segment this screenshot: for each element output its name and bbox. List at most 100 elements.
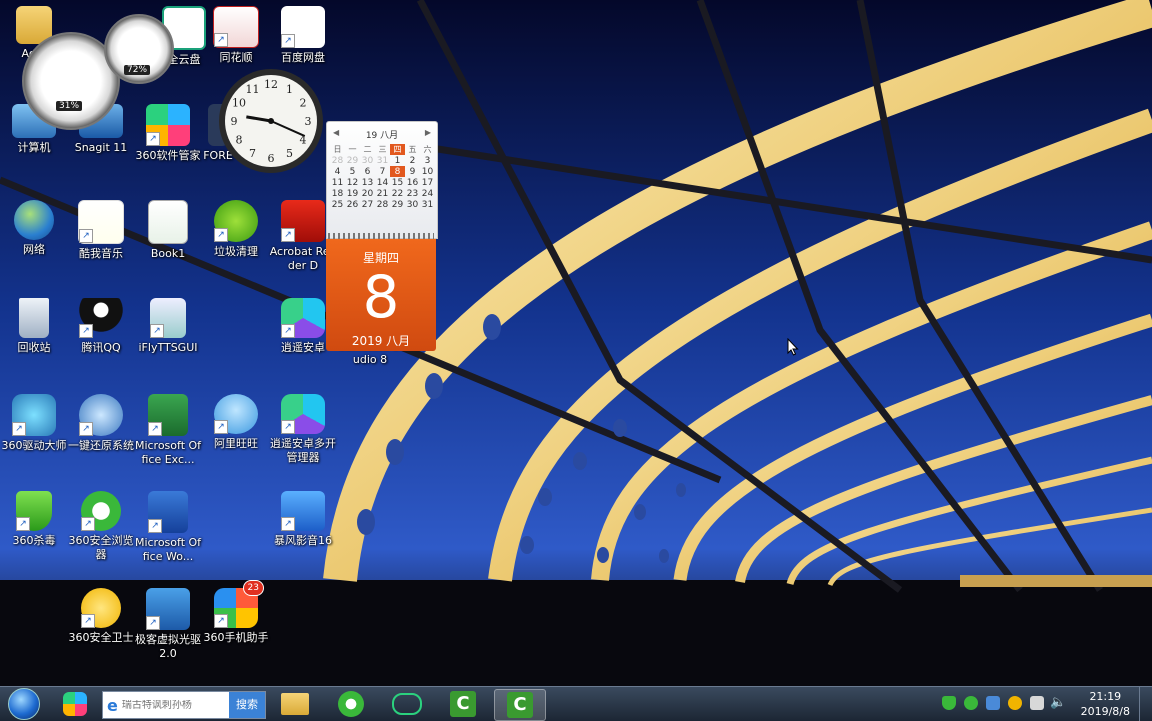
desktop-icon-geek-vdrive[interactable]: ↗ 极客虚拟光驱2.0 (134, 588, 202, 661)
calendar-day-cell[interactable]: 14 (375, 177, 390, 188)
desktop-icon-xiaoyao-multi[interactable]: ↗ 逍遥安卓多开管理器 (269, 394, 337, 465)
taskbar-cloud-app[interactable] (382, 689, 432, 719)
calendar-day-cell[interactable]: 31 (375, 155, 390, 166)
taskbar-360-browser[interactable] (326, 689, 376, 719)
broom-cleaner-icon: ↗ (214, 200, 258, 242)
calendar-day-cell[interactable]: 3 (420, 155, 435, 166)
calendar-day-cell[interactable]: 5 (345, 166, 360, 177)
restore-clock-icon: ↗ (79, 394, 123, 436)
tray-360-icon[interactable] (964, 696, 978, 710)
desktop-icon-360-software-manager[interactable]: ↗ 360软件管家 (134, 104, 202, 163)
calendar-day-cell[interactable]: 30 (360, 155, 375, 166)
memory-percent: 72% (124, 65, 151, 75)
calendar-day-cell[interactable]: 6 (360, 166, 375, 177)
taskbar-camtasia-recorder[interactable]: C (438, 689, 488, 719)
calendar-day-cell[interactable]: 1 (390, 155, 405, 166)
calendar-gadget[interactable]: ◀ 19 八月 ▶ 日一二三四五六 28 29 30 31 1 2 3 4 5 6 7 8 9 10 11 12… (326, 121, 438, 351)
clock-gadget[interactable]: 1234567891011 12 (216, 66, 326, 176)
desktop-icon-baidu-netdisk[interactable]: ↗ 百度网盘 (269, 6, 337, 65)
calendar-day-cell[interactable]: 29 (390, 199, 405, 210)
desktop-icon-360-security[interactable]: ↗ 360安全卫士 (67, 588, 135, 645)
calendar-day-cell[interactable]: 18 (330, 188, 345, 199)
calendar-prev-icon[interactable]: ◀ (333, 128, 339, 137)
calendar-day-cell[interactable]: 12 (345, 177, 360, 188)
taskbar-clock[interactable]: 21:19 2019/8/8 (1081, 689, 1130, 719)
360-phone-assistant-icon: 23 ↗ (214, 580, 264, 628)
calendar-day-cell[interactable]: 2 (405, 155, 420, 166)
show-desktop-button[interactable] (1139, 687, 1152, 721)
shortcut-arrow-icon: ↗ (150, 324, 164, 338)
desktop-icon-ms-excel[interactable]: ↗ Microsoft Office Exc... (134, 394, 202, 467)
calendar-day-cell[interactable]: 30 (405, 199, 420, 210)
calendar-day-cell[interactable]: 16 (405, 177, 420, 188)
calendar-day-cell[interactable]: 20 (360, 188, 375, 199)
calendar-day-cell[interactable]: 17 (420, 177, 435, 188)
calendar-day-cell[interactable]: 25 (330, 199, 345, 210)
calendar-month-header: 19 八月 (365, 131, 399, 141)
desktop-icon-baofeng[interactable]: ↗ 暴风影音16 (269, 491, 337, 548)
calendar-day-cell[interactable]: 15 (390, 177, 405, 188)
calendar-day-cell[interactable]: 29 (345, 155, 360, 166)
desktop-icon-360-antivirus[interactable]: ↗ 360杀毒 (0, 491, 68, 548)
tray-network-monitor-icon[interactable] (986, 696, 1000, 710)
tray-volume-icon[interactable]: 🔈 (1050, 696, 1066, 710)
calendar-day-cell[interactable]: 31 (420, 199, 435, 210)
desktop-icon-one-key-restore[interactable]: ↗ 一键还原系统 (67, 394, 135, 453)
desktop-icon-360-browser[interactable]: ↗ 360安全浏览器 (67, 491, 135, 562)
shortcut-arrow-icon: ↗ (146, 132, 160, 146)
recycle-bin-icon (19, 298, 49, 338)
tray-network-icon[interactable] (1030, 696, 1044, 710)
desktop-icon-network[interactable]: 网络 (0, 200, 68, 257)
shortcut-arrow-icon: ↗ (281, 34, 295, 48)
desktop-icon-book1[interactable]: Book1 (134, 200, 202, 261)
desktop-icon-junk-cleaner[interactable]: ↗ 垃圾清理 (202, 200, 270, 259)
desktop-icon-ms-word[interactable]: ↗ Microsoft Office Wo... (134, 491, 202, 564)
shortcut-arrow-icon: ↗ (281, 517, 295, 531)
calendar-day-cell[interactable]: 9 (405, 166, 420, 177)
calendar-day-cell[interactable]: 10 (420, 166, 435, 177)
xiaoyao-multi-icon: ↗ (281, 394, 325, 434)
start-button[interactable] (2, 688, 46, 720)
taskbar-time: 21:19 (1089, 690, 1122, 703)
desktop-icon-tonghuashun[interactable]: ↗ 同花顺 (202, 6, 270, 65)
desktop-icon-360-driver[interactable]: ↗ 360驱动大师 (0, 394, 68, 453)
taskbar-file-explorer[interactable] (270, 689, 320, 719)
calendar-day-cell[interactable]: 28 (330, 155, 345, 166)
calendar-day-cell[interactable]: 19 (345, 188, 360, 199)
shortcut-arrow-icon: ↗ (214, 614, 228, 628)
taskbar-360-software-manager[interactable] (50, 689, 100, 719)
calendar-day-cell[interactable]: 23 (405, 188, 420, 199)
calendar-day-cell[interactable]: 27 (360, 199, 375, 210)
calendar-day-cell[interactable]: 21 (375, 188, 390, 199)
desktop-icon-aliwangwang[interactable]: ↗ 阿里旺旺 (202, 394, 270, 451)
calendar-day-cell[interactable]: 7 (375, 166, 390, 177)
desktop-icon-tencent-qq[interactable]: ↗ 腾讯QQ (67, 298, 135, 355)
tray-360-security-icon[interactable] (1008, 696, 1022, 710)
desktop-icon-label: 回收站 (17, 341, 51, 354)
search-button[interactable]: 搜索 (229, 692, 265, 718)
desktop-icon-label: 360软件管家 (135, 149, 201, 162)
calendar-day-cell[interactable]: 26 (345, 199, 360, 210)
calendar-day-cell[interactable]: 4 (330, 166, 345, 177)
taskbar-camtasia-studio[interactable]: C (494, 689, 546, 721)
tray-shield-icon[interactable] (942, 696, 956, 710)
desktop-icon-kuwo-music[interactable]: ↗ 酷我音乐 (67, 200, 135, 261)
calendar-day-cell[interactable]: 11 (330, 177, 345, 188)
acrobat-pdf-icon: ↗ (281, 200, 325, 242)
desktop-icon-recycle-bin[interactable]: 回收站 (0, 298, 68, 355)
desktop-icon-360-phone[interactable]: 23 ↗ 360手机助手 (202, 580, 270, 645)
calendar-weekday-header: 三 (378, 145, 387, 154)
calendar-next-icon[interactable]: ▶ (425, 128, 431, 137)
calendar-day-cell[interactable]: 24 (420, 188, 435, 199)
search-input[interactable] (119, 699, 224, 711)
shortcut-arrow-icon: ↗ (214, 228, 228, 242)
calendar-day-cell[interactable]: 28 (375, 199, 390, 210)
aliwangwang-icon: ↗ (214, 394, 258, 434)
taskbar-search-box[interactable]: e 搜索 (102, 691, 266, 719)
calendar-weekday-header: 二 (363, 145, 372, 154)
360-security-plus-icon: ↗ (81, 588, 121, 628)
calendar-day-cell[interactable]: 13 (360, 177, 375, 188)
calendar-day-cell[interactable]: 8 (390, 166, 405, 177)
calendar-day-cell[interactable]: 22 (390, 188, 405, 199)
desktop-icon-iflytts[interactable]: ↗ iFlyTTSGUI (134, 298, 202, 355)
